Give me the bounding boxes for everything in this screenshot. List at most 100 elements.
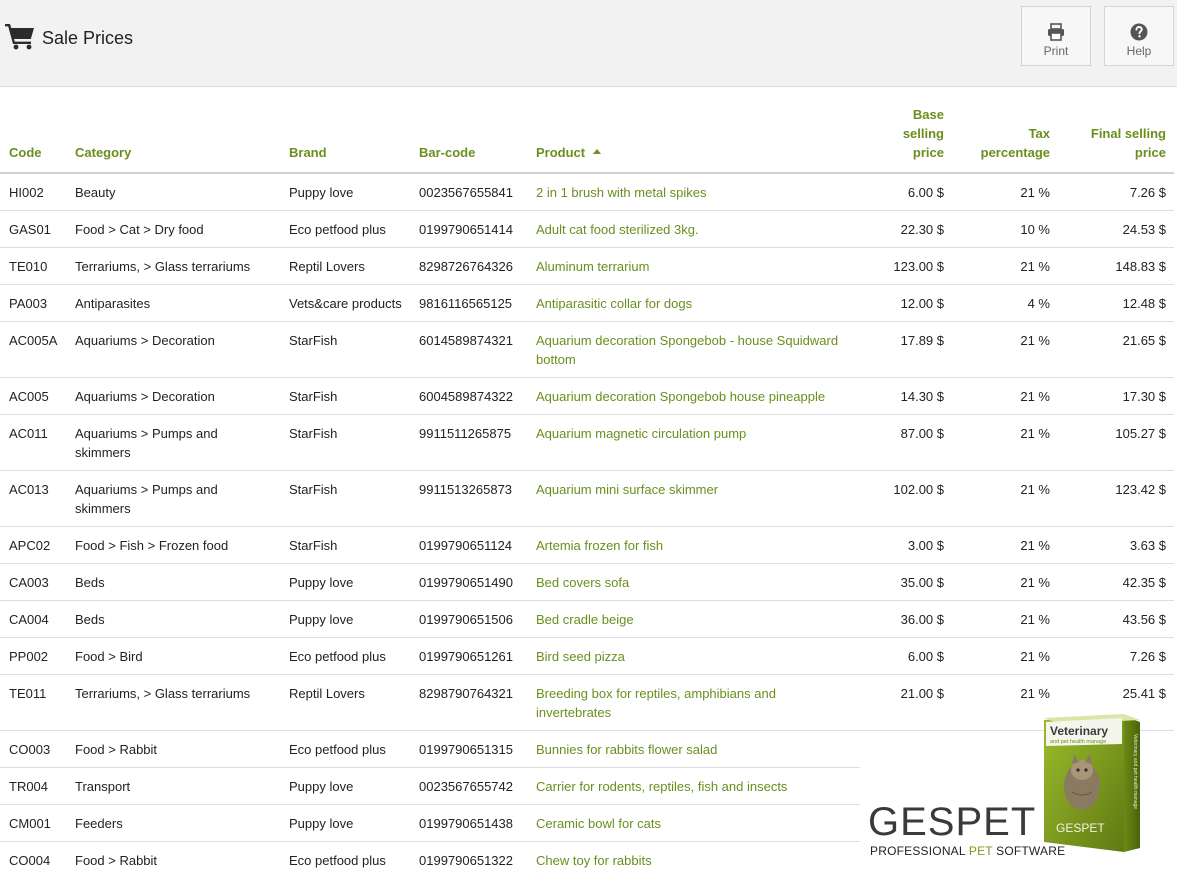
- cell-code: AC005: [0, 377, 66, 415]
- cell-code: PA003: [0, 284, 66, 322]
- cell-category: Antiparasites: [66, 284, 280, 322]
- column-header-tax[interactable]: Tax percentage: [952, 105, 1058, 174]
- table-row[interactable]: AC011 Aquariums > Pumps and skimmers StarF…: [0, 414, 1174, 471]
- table-row[interactable]: CA003 Beds Puppy love 0199790651490 Bed cove…: [0, 563, 1174, 601]
- cell-brand: Vets&care products: [280, 284, 410, 322]
- cell-brand: Eco petfood plus: [280, 730, 410, 768]
- cell-category: Beds: [66, 563, 280, 601]
- cell-product-link[interactable]: 2 in 1 brush with metal spikes: [527, 173, 860, 211]
- gespet-tagline: PROFESSIONAL PET SOFTWARE: [870, 844, 1065, 858]
- cell-category: Food > Rabbit: [66, 730, 280, 768]
- cell-tax: 21 %: [952, 526, 1058, 564]
- cell-category: Feeders: [66, 804, 280, 842]
- column-header-category[interactable]: Category: [66, 105, 280, 174]
- page-header: Sale Prices: [4, 22, 133, 50]
- column-header-base-price-line1: Base selling: [902, 107, 944, 141]
- cell-barcode: 0023567655841: [410, 173, 527, 211]
- cell-tax: 21 %: [952, 247, 1058, 285]
- cell-code: PP002: [0, 637, 66, 675]
- cell-category: Food > Cat > Dry food: [66, 210, 280, 248]
- table-row[interactable]: PA003 Antiparasites Vets&care products 9816…: [0, 284, 1174, 322]
- cell-category: Terrariums, > Glass terrariums: [66, 674, 280, 731]
- table-row[interactable]: HI002 Beauty Puppy love 0023567655841 2 in 1…: [0, 173, 1174, 211]
- cell-code: HI002: [0, 173, 66, 211]
- print-button[interactable]: Print: [1021, 6, 1091, 66]
- table-row[interactable]: AC005A Aquariums > Decoration StarFish 6014…: [0, 321, 1174, 378]
- cell-base-price: 6.00 $: [860, 173, 952, 211]
- cell-product-link[interactable]: Aquarium mini surface skimmer: [527, 470, 860, 527]
- table-row[interactable]: APC02 Food > Fish > Frozen food StarFish 01…: [0, 526, 1174, 564]
- cell-product-link[interactable]: Aluminum terrarium: [527, 247, 860, 285]
- cell-tax: 4 %: [952, 284, 1058, 322]
- box-title: Veterinary: [1050, 724, 1108, 738]
- column-header-base-price[interactable]: Base selling price: [860, 105, 952, 174]
- tagline-part-1: PROFESSIONAL: [870, 844, 969, 858]
- cell-final-price: 3.63 $: [1058, 526, 1174, 564]
- cell-barcode: 0199790651438: [410, 804, 527, 842]
- cell-product-link[interactable]: Bed cradle beige: [527, 600, 860, 638]
- cell-final-price: 12.48 $: [1058, 284, 1174, 322]
- cell-code: TE011: [0, 674, 66, 731]
- cell-tax: 21 %: [952, 321, 1058, 378]
- cell-tax: 21 %: [952, 470, 1058, 527]
- table-row[interactable]: AC005 Aquariums > Decoration StarFish 60045…: [0, 377, 1174, 415]
- cell-final-price: 24.53 $: [1058, 210, 1174, 248]
- column-header-barcode[interactable]: Bar-code: [410, 105, 527, 174]
- cell-product-link[interactable]: Bird seed pizza: [527, 637, 860, 675]
- cell-code: CA003: [0, 563, 66, 601]
- cell-product-link[interactable]: Aquarium decoration Spongebob - house Sq…: [527, 321, 860, 378]
- cell-barcode: 9911511265875: [410, 414, 527, 471]
- column-header-brand[interactable]: Brand: [280, 105, 410, 174]
- cell-product-link[interactable]: Aquarium magnetic circulation pump: [527, 414, 860, 471]
- cell-product-link[interactable]: Antiparasitic collar for dogs: [527, 284, 860, 322]
- sort-ascending-icon: [593, 149, 602, 154]
- cell-barcode: 0199790651506: [410, 600, 527, 638]
- cell-product-link[interactable]: Adult cat food sterilized 3kg.: [527, 210, 860, 248]
- box-logo: GESPET: [1056, 821, 1105, 835]
- table-row[interactable]: TE010 Terrariums, > Glass terrariums Repti…: [0, 247, 1174, 285]
- cell-category: Food > Rabbit: [66, 841, 280, 869]
- cell-final-price: 148.83 $: [1058, 247, 1174, 285]
- cell-tax: 21 %: [952, 377, 1058, 415]
- cell-code: AC005A: [0, 321, 66, 378]
- cell-barcode: 0199790651322: [410, 841, 527, 869]
- cell-code: CO003: [0, 730, 66, 768]
- cell-base-price: 87.00 $: [860, 414, 952, 471]
- help-button[interactable]: Help: [1104, 6, 1174, 66]
- table-row[interactable]: GAS01 Food > Cat > Dry food Eco petfood pl…: [0, 210, 1174, 248]
- question-circle-icon: [1130, 23, 1148, 41]
- table-row[interactable]: AC013 Aquariums > Pumps and skimmers StarF…: [0, 470, 1174, 527]
- cell-brand: StarFish: [280, 526, 410, 564]
- column-header-final-price[interactable]: Final selling price: [1058, 105, 1174, 174]
- column-header-code[interactable]: Code: [0, 105, 66, 174]
- page-title: Sale Prices: [42, 27, 134, 48]
- cell-brand: Eco petfood plus: [280, 841, 410, 869]
- cell-product-link[interactable]: Bed covers sofa: [527, 563, 860, 601]
- cell-code: AC011: [0, 414, 66, 471]
- cell-barcode: 9816116565125: [410, 284, 527, 322]
- cell-product-link[interactable]: Breeding box for reptiles, amphibians an…: [527, 674, 860, 731]
- cell-product-link[interactable]: Ceramic bowl for cats: [527, 804, 860, 842]
- cell-base-price: 14.30 $: [860, 377, 952, 415]
- column-header-tax-line2: percentage: [980, 145, 1050, 160]
- column-header-product[interactable]: Product: [527, 105, 860, 174]
- gespet-promo: GESPET PROFESSIONAL PET SOFTWARE Veterin…: [866, 704, 1166, 864]
- cell-product-link[interactable]: Chew toy for rabbits: [527, 841, 860, 869]
- cell-base-price: 36.00 $: [860, 600, 952, 638]
- cell-code: APC02: [0, 526, 66, 564]
- table-row[interactable]: PP002 Food > Bird Eco petfood plus 01997906…: [0, 637, 1174, 675]
- cell-product-link[interactable]: Aquarium decoration Spongebob house pine…: [527, 377, 860, 415]
- cell-final-price: 21.65 $: [1058, 321, 1174, 378]
- cell-base-price: 102.00 $: [860, 470, 952, 527]
- gespet-logo-ges: GES: [868, 800, 956, 844]
- cell-base-price: 17.89 $: [860, 321, 952, 378]
- cell-final-price: 7.26 $: [1058, 637, 1174, 675]
- cell-product-link[interactable]: Bunnies for rabbits flower salad: [527, 730, 860, 768]
- cell-product-link[interactable]: Carrier for rodents, reptiles, fish and …: [527, 767, 860, 805]
- cell-category: Food > Bird: [66, 637, 280, 675]
- cell-barcode: 6014589874321: [410, 321, 527, 378]
- cell-product-link[interactable]: Artemia frozen for fish: [527, 526, 860, 564]
- table-row[interactable]: CA004 Beds Puppy love 0199790651506 Bed crad…: [0, 600, 1174, 638]
- cell-code: TR004: [0, 767, 66, 805]
- cell-brand: Eco petfood plus: [280, 210, 410, 248]
